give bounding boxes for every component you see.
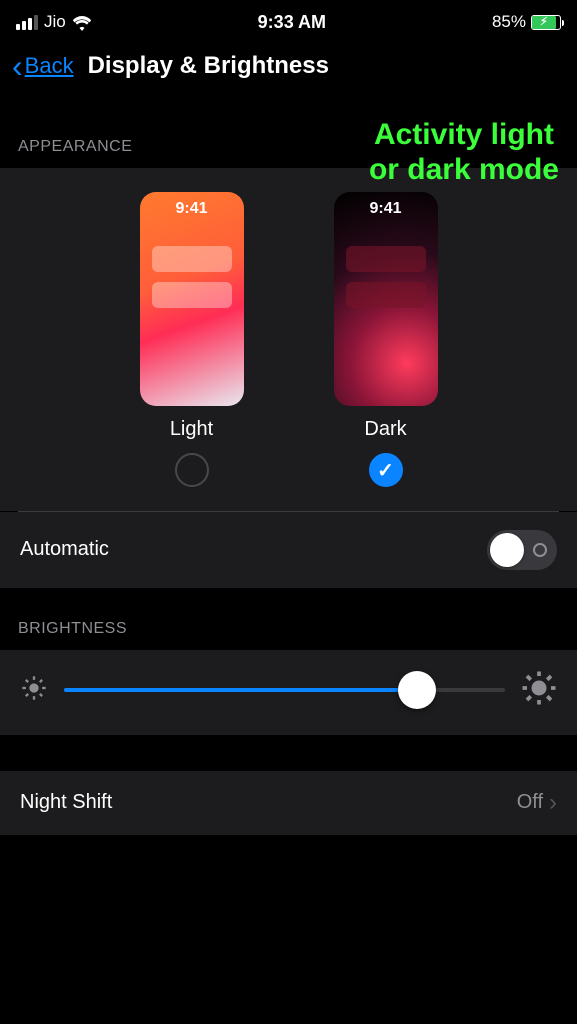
sun-large-icon: [521, 670, 557, 711]
brightness-panel: [0, 650, 577, 735]
automatic-toggle[interactable]: [487, 530, 557, 570]
light-mode-preview: 9:41: [140, 192, 244, 406]
charging-bolt-icon: ⚡︎: [540, 17, 548, 28]
light-mode-option[interactable]: 9:41 Light: [140, 192, 244, 487]
appearance-panel: 9:41 Light 9:41 Dark ✓: [0, 168, 577, 511]
automatic-row: Automatic: [0, 512, 577, 588]
status-bar: Jio 9:33 AM 85% ⚡︎: [0, 0, 577, 40]
dark-mode-label: Dark: [364, 418, 406, 441]
brightness-slider[interactable]: [64, 670, 505, 710]
status-time: 9:33 AM: [258, 12, 326, 33]
dark-mode-radio[interactable]: ✓: [369, 453, 403, 487]
dark-mode-preview: 9:41: [334, 192, 438, 406]
light-mode-radio[interactable]: [175, 453, 209, 487]
night-shift-value: Off: [517, 791, 543, 814]
battery-percentage: 85%: [492, 12, 526, 32]
nav-bar: ‹ Back Display & Brightness: [0, 40, 577, 98]
night-shift-row[interactable]: Night Shift Off ›: [0, 771, 577, 835]
page-title: Display & Brightness: [88, 52, 329, 80]
carrier-label: Jio: [44, 12, 66, 32]
chevron-left-icon: ‹: [12, 50, 23, 82]
battery-icon: ⚡︎: [531, 15, 561, 30]
checkmark-icon: ✓: [377, 458, 394, 483]
wifi-icon: [72, 15, 92, 30]
chevron-right-icon: ›: [549, 789, 557, 817]
back-button[interactable]: ‹ Back: [12, 50, 74, 82]
back-button-label: Back: [25, 53, 74, 79]
light-mode-label: Light: [170, 418, 213, 441]
dark-mode-option[interactable]: 9:41 Dark ✓: [334, 192, 438, 487]
slider-thumb[interactable]: [398, 671, 436, 709]
appearance-section-header: APPEARANCE: [0, 98, 577, 168]
brightness-section-header: BRIGHTNESS: [0, 588, 577, 650]
night-shift-label: Night Shift: [20, 791, 112, 814]
signal-bars-icon: [16, 15, 38, 30]
automatic-label: Automatic: [20, 538, 109, 561]
sun-small-icon: [20, 674, 48, 707]
